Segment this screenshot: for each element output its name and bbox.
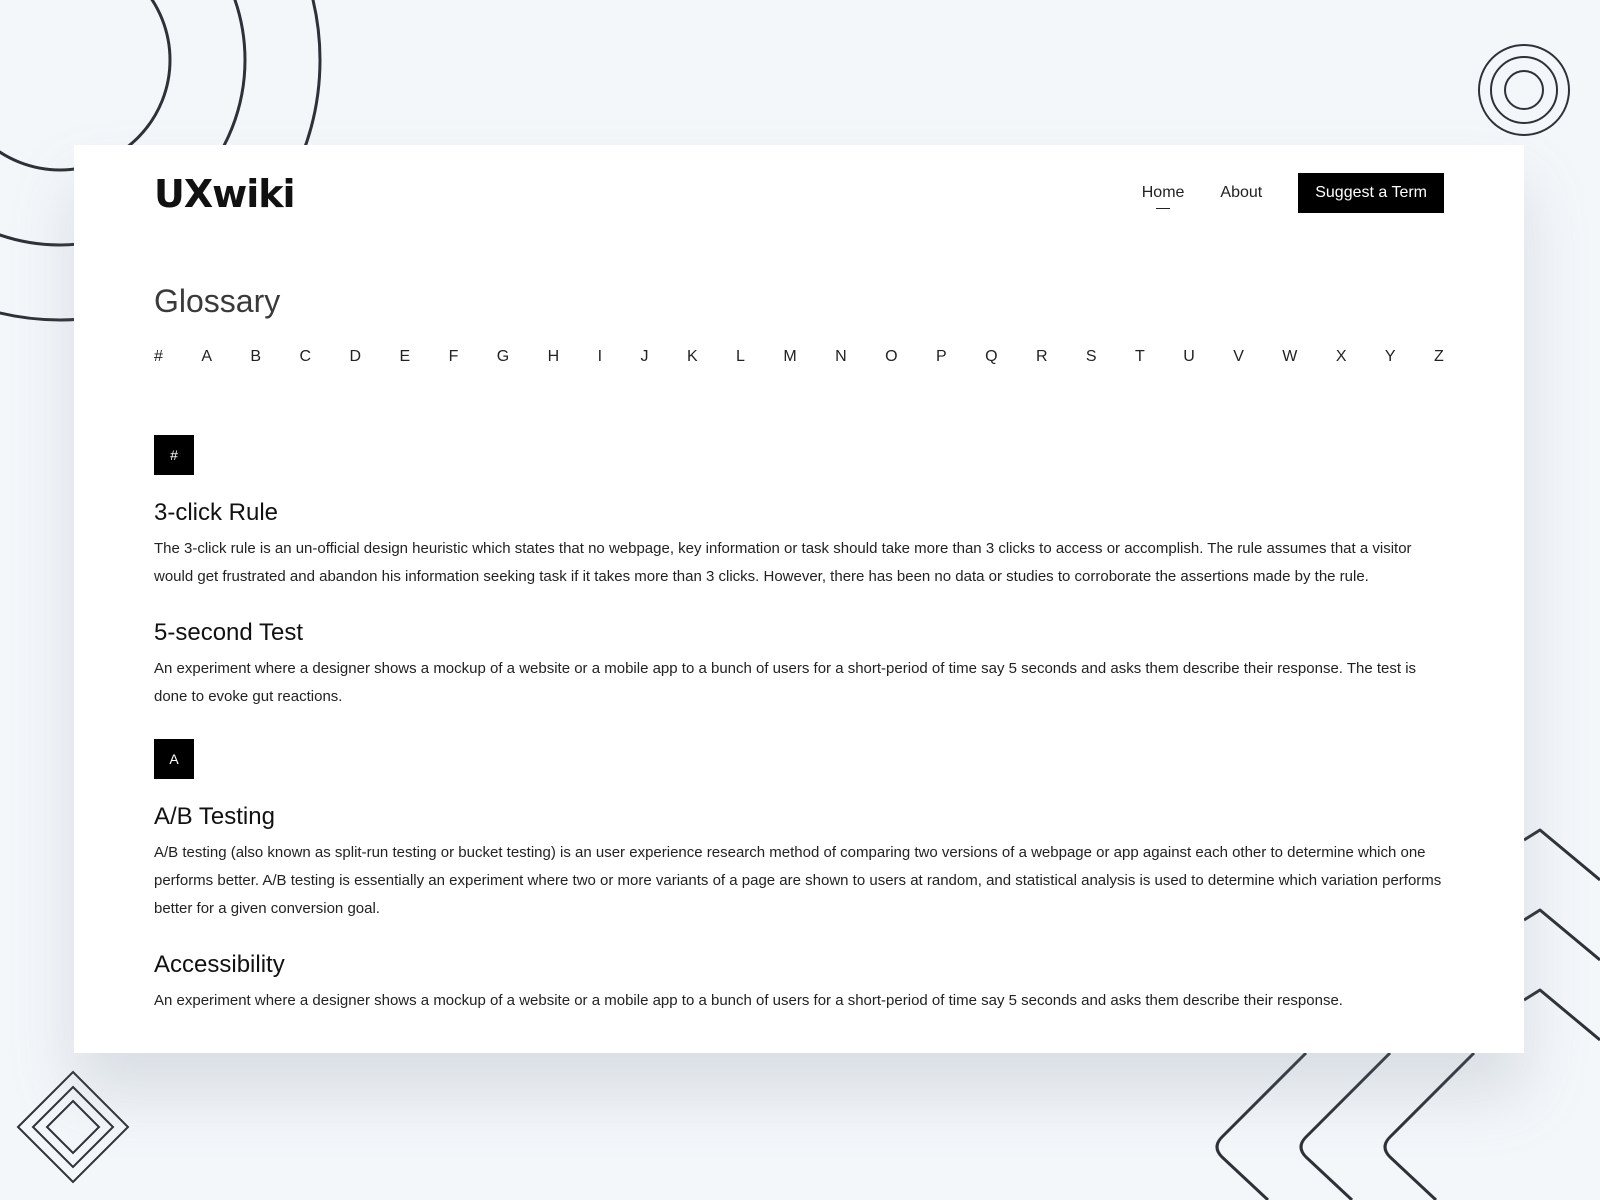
alphabet-link[interactable]: L (736, 348, 745, 366)
glossary-section: A A/B Testing A/B testing (also known as s… (154, 739, 1444, 1015)
glossary-term: Accessibility An experiment where a desig… (154, 951, 1444, 1015)
glossary-card: UXwiki Home About Suggest a Term Glossar… (74, 145, 1524, 1053)
site-header: UXwiki Home About Suggest a Term (154, 173, 1444, 215)
deco-chevron (1523, 828, 1600, 882)
term-description: A/B testing (also known as split-run tes… (154, 844, 1442, 917)
glossary-term: A/B Testing A/B testing (also known as sp… (154, 803, 1444, 923)
alphabet-link[interactable]: C (300, 348, 312, 366)
alphabet-link[interactable]: O (885, 348, 897, 366)
deco-ring (1504, 70, 1544, 110)
alphabet-link[interactable]: I (598, 348, 602, 366)
deco-chevron (1523, 908, 1600, 962)
alphabet-link[interactable]: H (548, 348, 560, 366)
alphabet-link[interactable]: W (1282, 348, 1297, 366)
glossary-term: 3-click Rule The 3-click rule is an un-of… (154, 499, 1444, 591)
nav-link-home[interactable]: Home (1142, 173, 1184, 213)
glossary-content: #3-click Rule The 3-click rule is an un-o… (154, 435, 1444, 1043)
page-title: Glossary (154, 283, 281, 319)
deco-chevron (1215, 1051, 1308, 1200)
alphabet-index: # A B C D E F G H I J K L M N O P Q R S T U V W X Y Z (154, 345, 1444, 369)
alphabet-link[interactable]: N (835, 348, 847, 366)
alphabet-link[interactable]: X (1336, 348, 1347, 366)
term-title[interactable]: 3-click Rule (154, 499, 1444, 527)
term-title[interactable]: Accessibility (154, 951, 1444, 979)
section-letter-badge: A (154, 739, 194, 779)
term-description: An experiment where a designer shows a m… (154, 992, 1343, 1009)
alphabet-link[interactable]: P (936, 348, 947, 366)
alphabet-link[interactable]: U (1183, 348, 1195, 366)
alphabet-link[interactable]: V (1233, 348, 1244, 366)
term-title[interactable]: A/B Testing (154, 803, 1444, 831)
alphabet-link[interactable]: M (783, 348, 796, 366)
alphabet-link[interactable]: F (449, 348, 459, 366)
alphabet-link[interactable]: A (201, 348, 212, 366)
deco-chevron (1523, 988, 1600, 1042)
alphabet-link[interactable]: # (154, 348, 163, 366)
main-nav: Home About Suggest a Term (1142, 173, 1444, 213)
deco-ring (1478, 44, 1570, 136)
alphabet-link[interactable]: G (497, 348, 509, 366)
deco-diamond (16, 1070, 130, 1184)
term-description: An experiment where a designer shows a m… (154, 660, 1417, 705)
deco-chevron (1299, 1051, 1392, 1200)
suggest-term-button[interactable]: Suggest a Term (1298, 173, 1444, 213)
term-title[interactable]: 5-second Test (154, 619, 1444, 647)
alphabet-link[interactable]: Z (1434, 348, 1444, 366)
alphabet-link[interactable]: D (350, 348, 362, 366)
deco-ring (1490, 56, 1558, 124)
alphabet-link[interactable]: K (687, 348, 698, 366)
alphabet-link[interactable]: Y (1385, 348, 1396, 366)
term-description: The 3-click rule is an un-official desig… (154, 540, 1412, 585)
nav-link-about[interactable]: About (1220, 173, 1262, 213)
deco-chevron (1383, 1051, 1476, 1200)
alphabet-link[interactable]: E (399, 348, 410, 366)
alphabet-link[interactable]: Q (985, 348, 997, 366)
glossary-term: 5-second Test An experiment where a desig… (154, 619, 1444, 711)
section-letter-badge: # (154, 435, 194, 475)
alphabet-link[interactable]: R (1036, 348, 1048, 366)
alphabet-link[interactable]: B (250, 348, 261, 366)
site-logo[interactable]: UXwiki (154, 173, 296, 215)
alphabet-link[interactable]: T (1135, 348, 1145, 366)
deco-diamond (45, 1099, 101, 1155)
alphabet-link[interactable]: S (1086, 348, 1097, 366)
glossary-section: #3-click Rule The 3-click rule is an un-o… (154, 435, 1444, 711)
alphabet-link[interactable]: J (641, 348, 649, 366)
